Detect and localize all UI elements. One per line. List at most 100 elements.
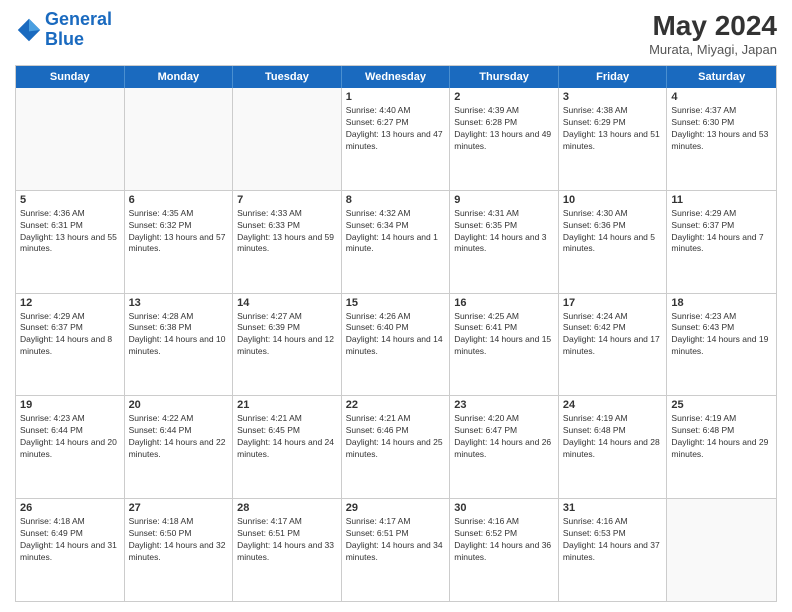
calendar-day-2: 2 Sunrise: 4:39 AM Sunset: 6:28 PM Daylig… bbox=[450, 88, 559, 190]
day-number: 7 bbox=[237, 194, 337, 206]
calendar-day-31: 31Sunrise: 4:16 AM Sunset: 6:53 PM Dayli… bbox=[559, 499, 668, 601]
day-info: Sunrise: 4:26 AM Sunset: 6:40 PM Dayligh… bbox=[346, 311, 446, 359]
day-number: 17 bbox=[563, 297, 663, 309]
calendar-day-10: 10 Sunrise: 4:30 AM Sunset: 6:36 PM Dayli… bbox=[559, 191, 668, 293]
logo-line1: General bbox=[45, 9, 112, 29]
day-info: Sunrise: 4:36 AM Sunset: 6:31 PM Dayligh… bbox=[20, 208, 120, 256]
day-info: Sunrise: 4:28 AM Sunset: 6:38 PM Dayligh… bbox=[129, 311, 229, 359]
calendar-day-23: 23 Sunrise: 4:20 AM Sunset: 6:47 PM Dayli… bbox=[450, 396, 559, 498]
location: Murata, Miyagi, Japan bbox=[649, 42, 777, 57]
day-number: 14 bbox=[237, 297, 337, 309]
calendar-row: 12 Sunrise: 4:29 AM Sunset: 6:37 PM Dayli… bbox=[16, 294, 776, 397]
calendar-empty-cell bbox=[233, 88, 342, 190]
day-number: 3 bbox=[563, 91, 663, 103]
day-number: 2 bbox=[454, 91, 554, 103]
weekday-header: Friday bbox=[559, 66, 668, 88]
day-info: Sunrise: 4:37 AM Sunset: 6:30 PM Dayligh… bbox=[671, 105, 772, 153]
header: General Blue May 2024 Murata, Miyagi, Ja… bbox=[15, 10, 777, 57]
calendar-day-3: 3 Sunrise: 4:38 AM Sunset: 6:29 PM Daylig… bbox=[559, 88, 668, 190]
day-info: Sunrise: 4:19 AM Sunset: 6:48 PM Dayligh… bbox=[671, 413, 772, 461]
calendar: SundayMondayTuesdayWednesdayThursdayFrid… bbox=[15, 65, 777, 602]
calendar-day-28: 28 Sunrise: 4:17 AM Sunset: 6:51 PM Dayli… bbox=[233, 499, 342, 601]
calendar-day-25: 25 Sunrise: 4:19 AM Sunset: 6:48 PM Dayli… bbox=[667, 396, 776, 498]
calendar-day-11: 11Sunrise: 4:29 AM Sunset: 6:37 PM Dayli… bbox=[667, 191, 776, 293]
day-number: 9 bbox=[454, 194, 554, 206]
day-number: 19 bbox=[20, 399, 120, 411]
calendar-empty-cell bbox=[125, 88, 234, 190]
calendar-row: 26 Sunrise: 4:18 AM Sunset: 6:49 PM Dayli… bbox=[16, 499, 776, 601]
calendar-day-16: 16Sunrise: 4:25 AM Sunset: 6:41 PM Dayli… bbox=[450, 294, 559, 396]
day-number: 6 bbox=[129, 194, 229, 206]
day-number: 18 bbox=[671, 297, 772, 309]
weekday-header: Sunday bbox=[16, 66, 125, 88]
calendar-row: 19 Sunrise: 4:23 AM Sunset: 6:44 PM Dayli… bbox=[16, 396, 776, 499]
day-info: Sunrise: 4:32 AM Sunset: 6:34 PM Dayligh… bbox=[346, 208, 446, 256]
calendar-day-8: 8Sunrise: 4:32 AM Sunset: 6:34 PM Daylig… bbox=[342, 191, 451, 293]
day-number: 13 bbox=[129, 297, 229, 309]
day-number: 23 bbox=[454, 399, 554, 411]
day-number: 11 bbox=[671, 194, 772, 206]
day-info: Sunrise: 4:17 AM Sunset: 6:51 PM Dayligh… bbox=[346, 516, 446, 564]
calendar-day-20: 20Sunrise: 4:22 AM Sunset: 6:44 PM Dayli… bbox=[125, 396, 234, 498]
calendar-empty-cell bbox=[16, 88, 125, 190]
day-info: Sunrise: 4:23 AM Sunset: 6:44 PM Dayligh… bbox=[20, 413, 120, 461]
day-number: 27 bbox=[129, 502, 229, 514]
day-info: Sunrise: 4:19 AM Sunset: 6:48 PM Dayligh… bbox=[563, 413, 663, 461]
day-info: Sunrise: 4:21 AM Sunset: 6:45 PM Dayligh… bbox=[237, 413, 337, 461]
day-info: Sunrise: 4:23 AM Sunset: 6:43 PM Dayligh… bbox=[671, 311, 772, 359]
calendar-day-30: 30Sunrise: 4:16 AM Sunset: 6:52 PM Dayli… bbox=[450, 499, 559, 601]
calendar-day-22: 22Sunrise: 4:21 AM Sunset: 6:46 PM Dayli… bbox=[342, 396, 451, 498]
weekday-header: Saturday bbox=[667, 66, 776, 88]
day-info: Sunrise: 4:39 AM Sunset: 6:28 PM Dayligh… bbox=[454, 105, 554, 153]
day-info: Sunrise: 4:38 AM Sunset: 6:29 PM Dayligh… bbox=[563, 105, 663, 153]
logo-text: General Blue bbox=[45, 10, 112, 50]
calendar-day-18: 18 Sunrise: 4:23 AM Sunset: 6:43 PM Dayli… bbox=[667, 294, 776, 396]
day-number: 31 bbox=[563, 502, 663, 514]
day-number: 5 bbox=[20, 194, 120, 206]
day-number: 25 bbox=[671, 399, 772, 411]
weekday-header: Monday bbox=[125, 66, 234, 88]
day-number: 1 bbox=[346, 91, 446, 103]
title-block: May 2024 Murata, Miyagi, Japan bbox=[649, 10, 777, 57]
day-number: 24 bbox=[563, 399, 663, 411]
day-info: Sunrise: 4:29 AM Sunset: 6:37 PM Dayligh… bbox=[20, 311, 120, 359]
weekday-header: Tuesday bbox=[233, 66, 342, 88]
calendar-day-19: 19 Sunrise: 4:23 AM Sunset: 6:44 PM Dayli… bbox=[16, 396, 125, 498]
calendar-day-27: 27Sunrise: 4:18 AM Sunset: 6:50 PM Dayli… bbox=[125, 499, 234, 601]
calendar-day-5: 5 Sunrise: 4:36 AM Sunset: 6:31 PM Daylig… bbox=[16, 191, 125, 293]
day-info: Sunrise: 4:31 AM Sunset: 6:35 PM Dayligh… bbox=[454, 208, 554, 256]
calendar-day-21: 21 Sunrise: 4:21 AM Sunset: 6:45 PM Dayli… bbox=[233, 396, 342, 498]
calendar-body: 1 Sunrise: 4:40 AM Sunset: 6:27 PM Daylig… bbox=[16, 88, 776, 601]
weekday-header: Wednesday bbox=[342, 66, 451, 88]
day-info: Sunrise: 4:18 AM Sunset: 6:49 PM Dayligh… bbox=[20, 516, 120, 564]
calendar-day-26: 26 Sunrise: 4:18 AM Sunset: 6:49 PM Dayli… bbox=[16, 499, 125, 601]
day-number: 4 bbox=[671, 91, 772, 103]
day-info: Sunrise: 4:17 AM Sunset: 6:51 PM Dayligh… bbox=[237, 516, 337, 564]
day-info: Sunrise: 4:25 AM Sunset: 6:41 PM Dayligh… bbox=[454, 311, 554, 359]
day-info: Sunrise: 4:30 AM Sunset: 6:36 PM Dayligh… bbox=[563, 208, 663, 256]
day-info: Sunrise: 4:40 AM Sunset: 6:27 PM Dayligh… bbox=[346, 105, 446, 153]
calendar-day-7: 7 Sunrise: 4:33 AM Sunset: 6:33 PM Daylig… bbox=[233, 191, 342, 293]
day-info: Sunrise: 4:20 AM Sunset: 6:47 PM Dayligh… bbox=[454, 413, 554, 461]
day-info: Sunrise: 4:27 AM Sunset: 6:39 PM Dayligh… bbox=[237, 311, 337, 359]
logo-line2: Blue bbox=[45, 29, 84, 49]
day-number: 10 bbox=[563, 194, 663, 206]
day-number: 29 bbox=[346, 502, 446, 514]
calendar-empty-cell bbox=[667, 499, 776, 601]
day-number: 12 bbox=[20, 297, 120, 309]
calendar-row: 1 Sunrise: 4:40 AM Sunset: 6:27 PM Daylig… bbox=[16, 88, 776, 191]
logo: General Blue bbox=[15, 10, 112, 50]
day-number: 28 bbox=[237, 502, 337, 514]
calendar-day-17: 17 Sunrise: 4:24 AM Sunset: 6:42 PM Dayli… bbox=[559, 294, 668, 396]
day-info: Sunrise: 4:33 AM Sunset: 6:33 PM Dayligh… bbox=[237, 208, 337, 256]
calendar-day-24: 24 Sunrise: 4:19 AM Sunset: 6:48 PM Dayli… bbox=[559, 396, 668, 498]
calendar-day-12: 12 Sunrise: 4:29 AM Sunset: 6:37 PM Dayli… bbox=[16, 294, 125, 396]
day-info: Sunrise: 4:21 AM Sunset: 6:46 PM Dayligh… bbox=[346, 413, 446, 461]
day-info: Sunrise: 4:16 AM Sunset: 6:52 PM Dayligh… bbox=[454, 516, 554, 564]
calendar-day-14: 14 Sunrise: 4:27 AM Sunset: 6:39 PM Dayli… bbox=[233, 294, 342, 396]
logo-icon bbox=[15, 16, 43, 44]
day-info: Sunrise: 4:24 AM Sunset: 6:42 PM Dayligh… bbox=[563, 311, 663, 359]
day-number: 21 bbox=[237, 399, 337, 411]
day-number: 26 bbox=[20, 502, 120, 514]
day-number: 20 bbox=[129, 399, 229, 411]
